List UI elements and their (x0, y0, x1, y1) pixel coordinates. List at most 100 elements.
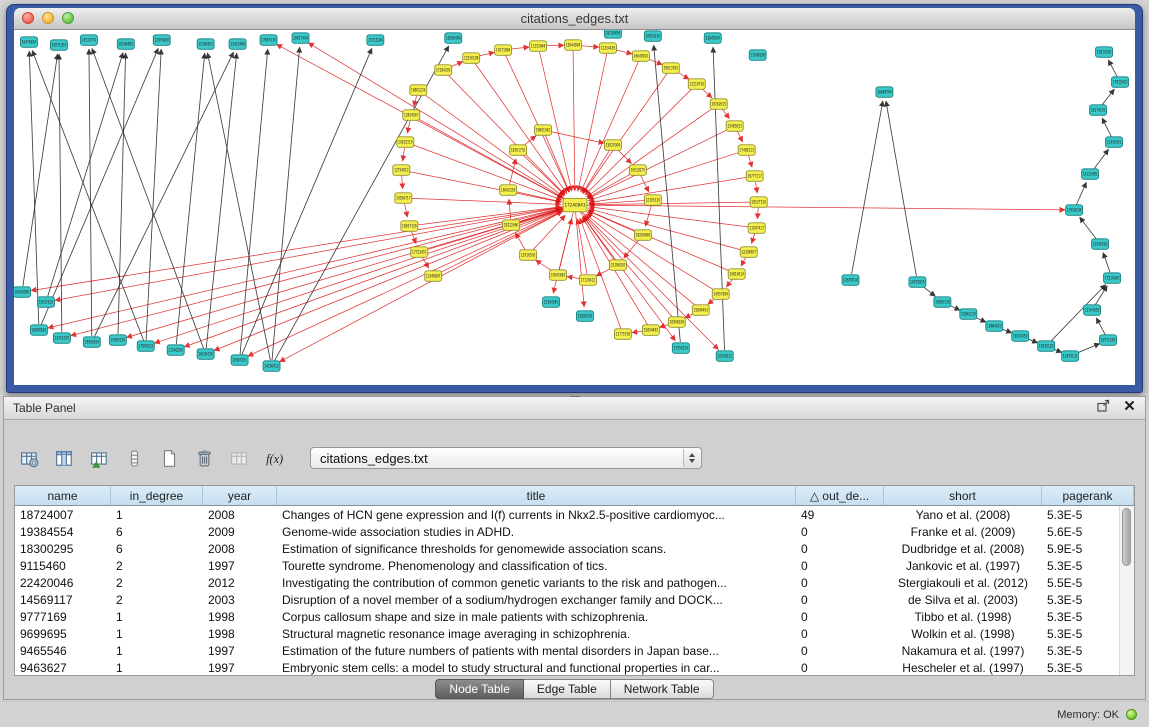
graph-node[interactable]: 15723104 (367, 35, 384, 46)
table-row[interactable]: 2242004622012Investigating the contribut… (15, 574, 1134, 591)
graph-node[interactable]: 17485313 (738, 145, 755, 156)
graph-node[interactable]: 10984410 (986, 321, 1003, 332)
close-panel-icon[interactable] (1123, 399, 1136, 417)
column-header-out_de[interactable]: △ out_de... (796, 486, 884, 505)
graph-node[interactable]: 19565683 (550, 270, 567, 281)
graph-node[interactable]: 17550124 (672, 343, 689, 354)
graph-node[interactable]: 16771245 (1100, 335, 1117, 346)
graph-node[interactable]: 18204098 (634, 230, 651, 241)
graph-node[interactable]: 15914205 (1096, 47, 1113, 58)
graph-node[interactable]: 18184805 (117, 39, 134, 50)
graph-node[interactable]: 16042354 (500, 185, 517, 196)
tab-node-table[interactable]: Node Table (435, 679, 524, 699)
column-selector-icon[interactable] (121, 446, 147, 470)
graph-node[interactable]: 19245012 (716, 351, 733, 362)
graph-node[interactable]: 12845204 (704, 33, 721, 44)
column-header-year[interactable]: year (203, 486, 277, 505)
graph-node[interactable]: 17723451 (411, 247, 428, 257)
graph-node[interactable]: 17890123 (137, 341, 154, 352)
graph-node[interactable]: 16648794 (876, 87, 893, 98)
graph-node[interactable]: 19613785 (662, 63, 679, 74)
graph-node[interactable]: 10240510 (1092, 239, 1109, 250)
graph-node[interactable]: 17240843 (563, 198, 587, 212)
table-selector[interactable]: citations_edges.txt (310, 447, 702, 469)
graph-node[interactable]: 18950130 (934, 297, 951, 308)
graph-node[interactable]: 15958104 (1066, 205, 1083, 216)
graph-node[interactable]: 16640910 (632, 51, 649, 62)
close-button[interactable] (22, 12, 34, 24)
graph-node[interactable]: 18130456 (604, 30, 621, 38)
graph-node[interactable]: 16510275 (629, 165, 646, 176)
graph-node[interactable]: 11542205 (167, 345, 184, 356)
graph-node[interactable]: 15184510 (609, 260, 626, 271)
graph-node[interactable]: 16953210 (644, 31, 661, 42)
graph-node[interactable]: 16801234 (410, 85, 427, 96)
graph-node[interactable]: 18367330 (401, 221, 418, 232)
delete-table-icon[interactable] (191, 446, 217, 470)
table-row[interactable]: 977716911998Corpus callosum shape and si… (15, 608, 1134, 625)
table-row[interactable]: 1830029562008Estimation of significance … (15, 540, 1134, 557)
graph-node[interactable]: 12076458 (153, 35, 170, 46)
scrollbar-thumb[interactable] (1122, 508, 1131, 566)
column-header-short[interactable]: short (884, 486, 1042, 505)
graph-node[interactable]: 16816014 (728, 269, 745, 280)
graph-node[interactable]: 10196717 (395, 193, 412, 204)
column-header-pagerank[interactable]: pagerank (1042, 486, 1134, 505)
network-svg[interactable]: 17240843 16801234 12814567 14252110 12754912… (14, 30, 1135, 385)
table-row[interactable]: 1872400712008Changes of HCN gene express… (15, 506, 1134, 523)
graph-node[interactable]: 11548108 (749, 50, 766, 61)
function-builder-icon[interactable]: f(x) (261, 446, 287, 470)
graph-node[interactable]: 15905130 (109, 335, 126, 346)
graph-node[interactable]: 17025410 (1112, 77, 1129, 88)
graph-node[interactable]: 17284203 (435, 65, 452, 76)
graph-node[interactable]: 11007417 (748, 223, 765, 234)
merge-table-icon[interactable] (226, 446, 252, 470)
graph-node[interactable]: 12080102 (576, 311, 593, 322)
graph-node[interactable]: 12754912 (393, 165, 410, 176)
graph-node[interactable]: 16210450 (1012, 331, 1029, 342)
graph-node[interactable]: 16234150 (197, 349, 214, 360)
graph-node[interactable]: 18274105 (1090, 105, 1107, 116)
graph-node[interactable]: 15065230 (960, 309, 977, 320)
graph-node[interactable]: 19056104 (83, 337, 100, 348)
graph-node[interactable]: 14571884 (495, 45, 512, 56)
graph-node[interactable]: 19861542 (535, 125, 552, 136)
graph-node[interactable]: 18122460 (503, 220, 520, 231)
graph-node[interactable]: 12916503 (520, 250, 537, 260)
column-header-title[interactable]: title (277, 486, 796, 505)
tab-edge-table[interactable]: Edge Table (524, 679, 611, 699)
graph-node[interactable]: 14533774 (80, 35, 97, 46)
graph-node[interactable]: 15025105 (37, 297, 54, 308)
create-table-icon[interactable] (156, 446, 182, 470)
graph-node[interactable]: 16791910 (909, 277, 926, 288)
graph-node[interactable]: 12450132 (1062, 351, 1079, 362)
table-row[interactable]: 1938455462009Genome-wide association stu… (15, 523, 1134, 540)
graph-node[interactable]: 12775738 (614, 329, 631, 340)
graph-node[interactable]: 15485021 (726, 121, 743, 132)
graph-node[interactable]: 26260050 (14, 287, 30, 298)
graph-node[interactable]: 12679010 (842, 275, 859, 286)
graph-node[interactable]: 15820306 (604, 140, 621, 151)
table-row[interactable]: 969969511998Structural magnetic resonanc… (15, 625, 1134, 642)
graph-node[interactable]: 14957584 (712, 289, 729, 300)
table-row[interactable]: 1456911722003Disruption of a novel membe… (15, 591, 1134, 608)
combo-stepper-icon[interactable] (683, 449, 700, 467)
graph-node[interactable]: 17210450 (1104, 273, 1121, 284)
zoom-button[interactable] (62, 12, 74, 24)
graph-node[interactable]: 12104505 (1084, 305, 1101, 316)
table-row[interactable]: 911546021997Tourette syndrome. Phenomeno… (15, 557, 1134, 574)
graph-node[interactable]: 10871205 (50, 40, 67, 51)
graph-node[interactable]: 10996938 (668, 317, 685, 328)
graph-node[interactable]: 12348807 (425, 271, 442, 282)
graph-node[interactable]: 18330400 (445, 33, 462, 44)
graph-node[interactable]: 18090520 (30, 325, 47, 336)
graph-node[interactable]: 12814567 (403, 110, 420, 121)
graph-node[interactable]: 16476654 (20, 37, 37, 48)
graph-node[interactable]: 14252110 (397, 137, 414, 148)
graph-node[interactable]: 17118412 (579, 275, 596, 286)
table-row[interactable]: 946362711997Embryonic stem cells: a mode… (15, 659, 1134, 675)
graph-node[interactable]: 12455105 (53, 333, 70, 344)
graph-node[interactable]: 15854492 (642, 325, 659, 336)
graph-node[interactable]: 15306301 (197, 39, 214, 50)
graph-node[interactable]: 12204807 (740, 247, 757, 257)
